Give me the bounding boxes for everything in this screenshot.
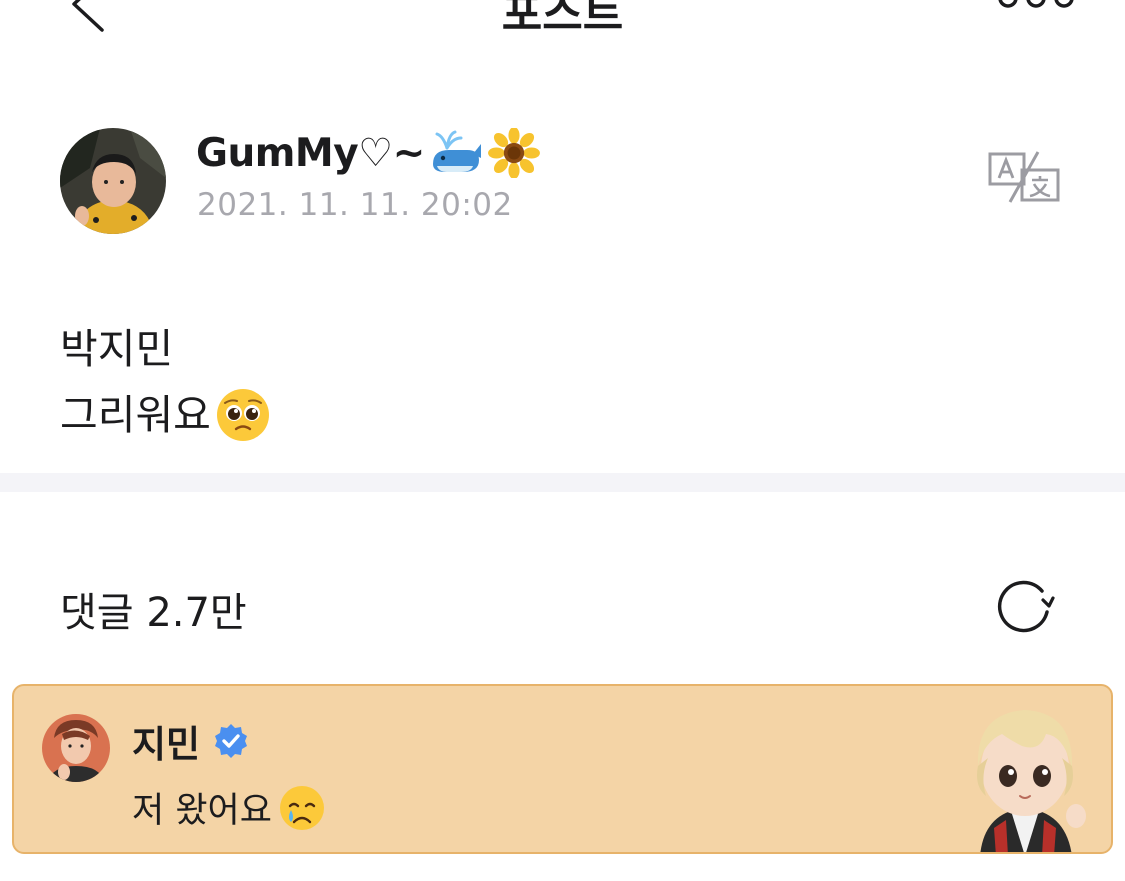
comments-count-title: 댓글 2.7만 [60,590,247,636]
comment-author-avatar[interactable] [42,714,110,782]
post-timestamp: 2021. 11. 11. 20:02 [197,187,513,223]
post-line: 그리워요 [60,382,271,448]
refresh-button[interactable] [993,576,1055,638]
comment-text: 저 왔어요 [132,791,272,831]
sunflower-icon [487,128,540,178]
post-line-text: 박지민 [60,325,174,373]
featured-comment-card[interactable]: 지민 저 왔어요 [12,684,1113,854]
post-line-text: 그리워요 [60,391,211,439]
comment-body: 저 왔어요 [132,782,326,833]
post-line: 박지민 [60,316,271,382]
page-title: 포스트 [501,0,624,40]
character-sticker-icon [977,710,1086,852]
crying-face-icon [279,785,324,830]
pleading-face-icon [216,389,269,441]
comment-author-name: 지민 [132,723,201,766]
comment-author-row[interactable]: 지민 [132,714,250,768]
translate-icon [988,151,1060,203]
translate-button[interactable] [986,150,1062,204]
top-nav-bar: 포스트 [0,0,1125,40]
author-avatar[interactable] [60,128,166,234]
whale-icon [432,130,481,172]
verified-badge-icon [215,724,248,758]
more-button[interactable] [994,0,1078,16]
avatar-photo [60,128,166,234]
author-name-row[interactable]: GumMy♡~ [196,128,541,178]
author-name: GumMy♡~ [196,130,425,176]
more-dots-icon [998,0,1074,8]
post-content: 박지민 그리워요 [60,316,271,448]
section-divider [0,473,1125,492]
refresh-icon [997,580,1055,633]
comment-avatar-photo [42,714,110,782]
